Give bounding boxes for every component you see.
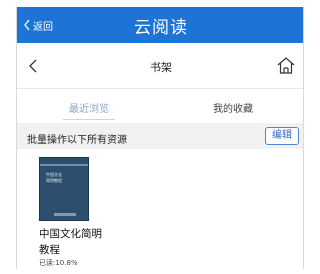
batch-label: 批量操作以下所有资源 — [27, 135, 127, 146]
page-title: 书架 — [150, 61, 172, 74]
active-tab-indicator — [63, 119, 115, 120]
cover-publisher-mark — [54, 213, 76, 216]
book-title[interactable]: 中国文化简明教程 — [39, 226, 107, 258]
edit-button[interactable]: 编辑 — [265, 127, 299, 145]
shelf-tabs: 最近浏览 我的收藏 — [17, 92, 303, 122]
home-icon[interactable] — [277, 57, 295, 74]
reading-progress: 已读:10.8% — [39, 259, 78, 267]
cover-title: 中国文化 简明教程 — [46, 172, 62, 183]
app-screen: 返回 云阅读 书架 最近浏览 我的收藏 批量操作以下所有资源 编辑 中国文化 简… — [16, 7, 304, 269]
batch-operation-bar: 批量操作以下所有资源 编辑 — [17, 123, 303, 149]
cover-stripe — [40, 164, 88, 166]
tab-favorites[interactable]: 我的收藏 — [161, 100, 303, 115]
tab-recent[interactable]: 最近浏览 — [17, 100, 161, 115]
app-title: 云阅读 — [134, 18, 188, 38]
app-header: 返回 云阅读 — [17, 7, 303, 43]
bookshelf-navbar: 书架 — [17, 43, 303, 89]
book-cover[interactable]: 中国文化 简明教程 — [39, 157, 89, 221]
